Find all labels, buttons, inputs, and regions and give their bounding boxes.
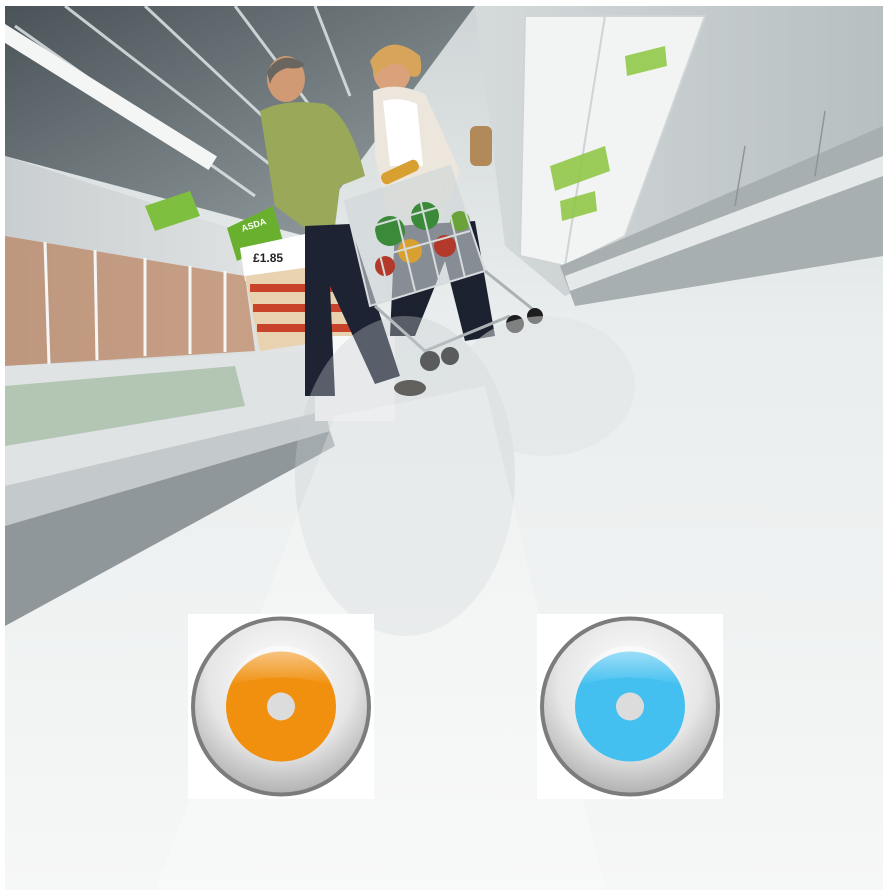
blue-record-button[interactable] <box>537 614 723 799</box>
record-icon <box>540 616 720 797</box>
record-icon <box>191 616 371 797</box>
currency-symbol: £ <box>253 251 260 265</box>
supermarket-photo: £1.85 ASDA <box>5 6 883 890</box>
price-tag-label: £1.85 <box>253 251 283 265</box>
orange-record-button[interactable] <box>188 614 374 799</box>
screen: £1.85 ASDA <box>0 0 883 893</box>
price-value: 1.85 <box>259 251 284 265</box>
supermarket-scene <box>5 6 883 890</box>
